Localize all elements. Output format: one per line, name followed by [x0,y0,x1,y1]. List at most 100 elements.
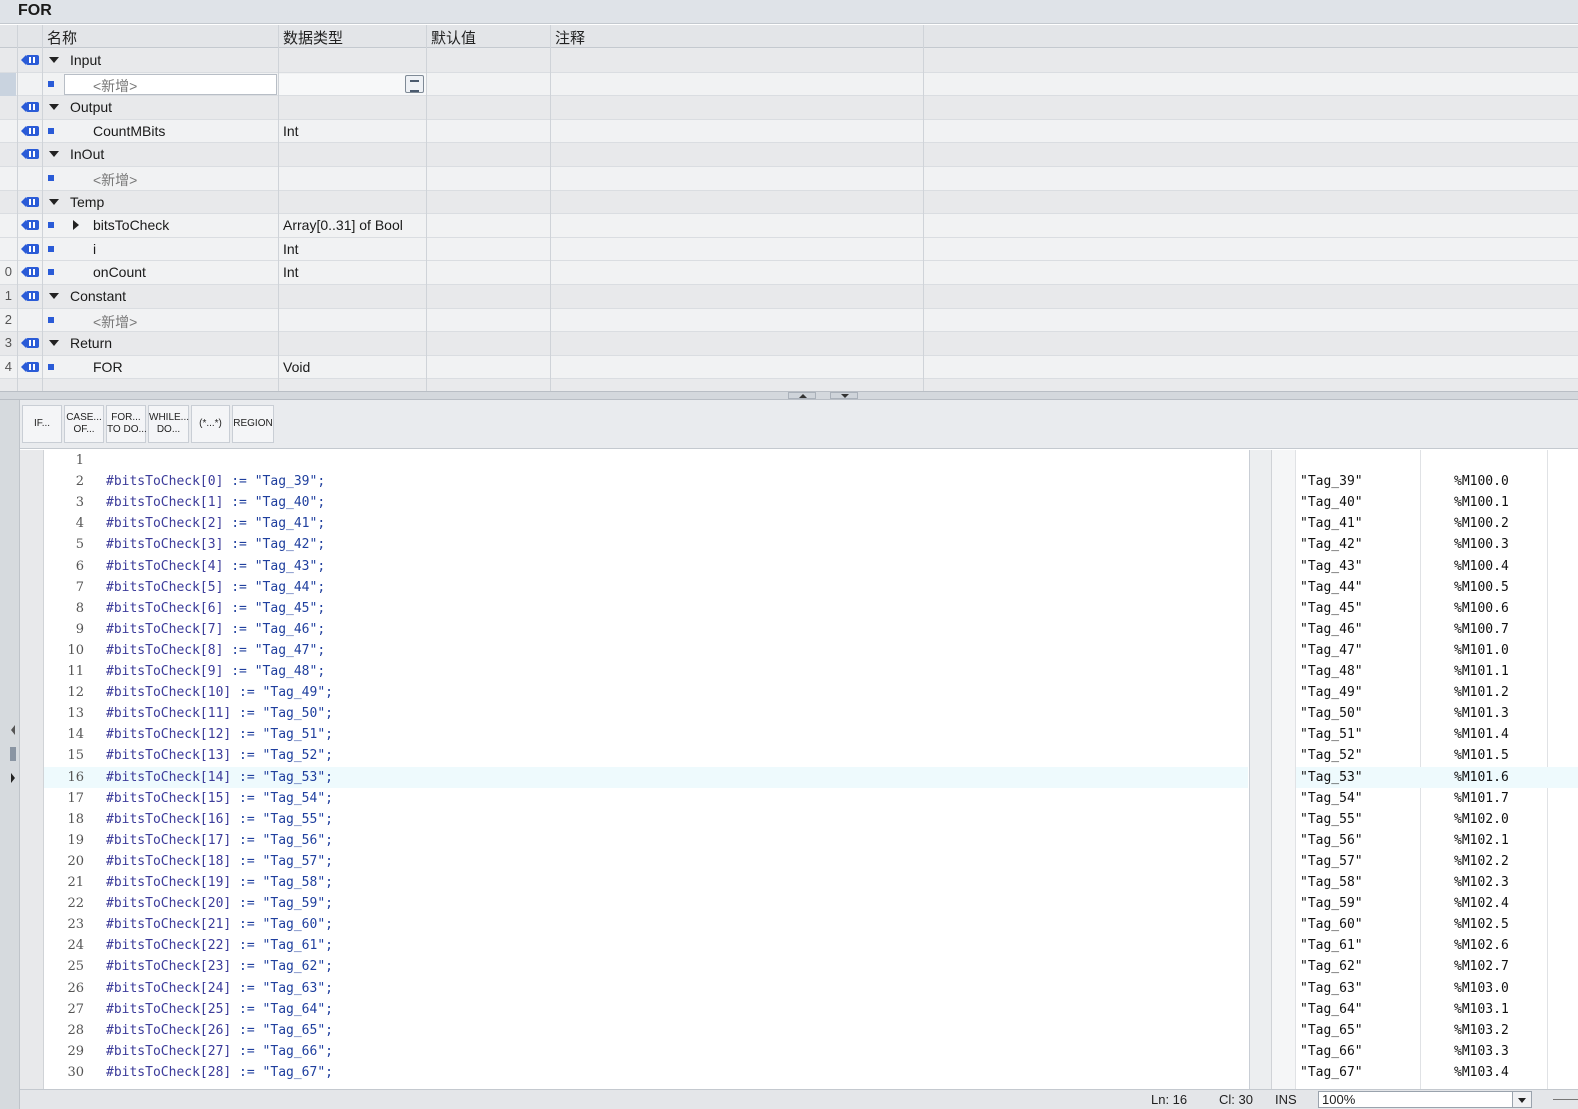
chevron-down-icon[interactable] [1512,1091,1532,1108]
interface-section-row[interactable]: InOut [0,143,1578,167]
param-data-type[interactable]: Int [283,264,299,280]
interface-item-row[interactable]: 0 onCount Int [0,261,1578,285]
code-text[interactable]: #bitsToCheck[14] := "Tag_53"; [106,770,333,785]
expand-triangle-icon[interactable] [49,198,59,205]
code-line[interactable]: 19 #bitsToCheck[17] := "Tag_56"; [44,830,1248,851]
code-line[interactable]: 1 [44,450,1248,471]
expand-triangle-icon[interactable] [49,293,59,299]
code-text[interactable]: #bitsToCheck[22] := "Tag_61"; [106,938,333,953]
header-name[interactable]: 名称 [47,27,77,48]
code-line[interactable]: 24 #bitsToCheck[22] := "Tag_61"; [44,935,1248,956]
code-text[interactable]: #bitsToCheck[3] := "Tag_42"; [106,537,325,552]
code-text[interactable]: #bitsToCheck[19] := "Tag_58"; [106,875,333,890]
header-default-value[interactable]: 默认值 [431,27,476,48]
interface-item-row[interactable]: 4 FOR Void [0,355,1578,380]
code-line[interactable]: 4 #bitsToCheck[2] := "Tag_41"; [44,513,1248,534]
code-line[interactable]: 7 #bitsToCheck[5] := "Tag_44"; [44,577,1248,598]
zoom-slider[interactable] [1553,1099,1578,1100]
code-line[interactable]: 14 #bitsToCheck[12] := "Tag_51"; [44,724,1248,745]
code-text[interactable]: #bitsToCheck[8] := "Tag_47"; [106,643,325,658]
row-selector[interactable] [0,72,16,96]
code-line[interactable]: 16 #bitsToCheck[14] := "Tag_53"; [44,766,1248,788]
zoom-select[interactable]: 100% [1318,1091,1518,1108]
code-text[interactable]: #bitsToCheck[26] := "Tag_65"; [106,1023,333,1038]
code-text[interactable]: #bitsToCheck[5] := "Tag_44"; [106,580,325,595]
case-template-button[interactable]: CASE... OF... [64,405,104,443]
expand-right-icon[interactable] [73,220,79,231]
for-template-button[interactable]: FOR... TO DO... [106,405,147,443]
while-template-button[interactable]: WHILE... DO... [148,405,189,443]
code-text[interactable]: #bitsToCheck[28] := "Tag_67"; [106,1065,333,1080]
collapse-arrows-icon[interactable] [9,725,19,785]
code-text[interactable]: #bitsToCheck[25] := "Tag_64"; [106,1002,333,1017]
param-name[interactable]: CountMBits [93,123,165,139]
param-name[interactable]: i [93,241,96,257]
collapse-down-icon[interactable] [830,392,858,399]
interface-section-row[interactable]: Output [0,96,1578,120]
param-name[interactable]: <新增> [93,170,137,190]
param-name[interactable]: FOR [93,359,123,375]
param-name[interactable]: onCount [93,264,146,280]
code-line[interactable]: 13 #bitsToCheck[11] := "Tag_50"; [44,703,1248,724]
code-line[interactable]: 18 #bitsToCheck[16] := "Tag_55"; [44,809,1248,830]
param-data-type[interactable]: Void [283,359,310,375]
section-name[interactable]: Input [70,52,101,68]
code-text[interactable]: #bitsToCheck[1] := "Tag_40"; [106,495,325,510]
code-text[interactable]: #bitsToCheck[13] := "Tag_52"; [106,748,333,763]
scl-code-editor[interactable]: 1 2 #bitsToCheck[0] := "Tag_39"; 3 #bitsToCh… [20,450,1248,1089]
code-text[interactable]: #bitsToCheck[4] := "Tag_43"; [106,559,325,574]
code-text[interactable]: #bitsToCheck[10] := "Tag_49"; [106,685,333,700]
expand-triangle-icon[interactable] [49,104,59,111]
code-line[interactable]: 12 #bitsToCheck[10] := "Tag_49"; [44,682,1248,703]
datatype-edit-field[interactable] [279,73,426,95]
code-line[interactable]: 2 #bitsToCheck[0] := "Tag_39"; [44,471,1248,492]
code-text[interactable]: #bitsToCheck[9] := "Tag_48"; [106,664,325,679]
code-line[interactable]: 28 #bitsToCheck[26] := "Tag_65"; [44,1020,1248,1041]
param-name[interactable]: bitsToCheck [93,217,169,233]
code-line[interactable]: 26 #bitsToCheck[24] := "Tag_63"; [44,978,1248,999]
param-name[interactable]: <新增> [93,312,137,332]
interface-section-row[interactable]: Input [0,49,1578,73]
region-template-button[interactable]: REGION [232,405,274,443]
code-line[interactable]: 30 #bitsToCheck[28] := "Tag_67"; [44,1062,1248,1083]
code-line[interactable]: 27 #bitsToCheck[25] := "Tag_64"; [44,999,1248,1020]
code-text[interactable]: #bitsToCheck[17] := "Tag_56"; [106,833,333,848]
expand-triangle-icon[interactable] [49,151,59,158]
interface-item-row[interactable]: i Int [0,237,1578,262]
code-text[interactable]: #bitsToCheck[6] := "Tag_45"; [106,601,325,616]
code-line[interactable]: 29 #bitsToCheck[27] := "Tag_66"; [44,1041,1248,1062]
interface-item-row[interactable]: CountMBits Int [0,119,1578,144]
if-template-button[interactable]: IF... [22,405,62,443]
param-data-type[interactable]: Int [283,241,299,257]
code-line[interactable]: 3 #bitsToCheck[1] := "Tag_40"; [44,492,1248,513]
section-name[interactable]: InOut [70,146,104,162]
param-data-type[interactable]: Int [283,123,299,139]
code-line[interactable]: 15 #bitsToCheck[13] := "Tag_52"; [44,745,1248,766]
section-name[interactable]: Constant [70,288,126,304]
code-line[interactable]: 17 #bitsToCheck[15] := "Tag_54"; [44,788,1248,809]
code-text[interactable]: #bitsToCheck[16] := "Tag_55"; [106,812,333,827]
code-line[interactable]: 23 #bitsToCheck[21] := "Tag_60"; [44,914,1248,935]
code-text[interactable]: #bitsToCheck[23] := "Tag_62"; [106,959,333,974]
code-line[interactable]: 10 #bitsToCheck[8] := "Tag_47"; [44,640,1248,661]
param-data-type[interactable]: Array[0..31] of Bool [283,217,403,233]
header-data-type[interactable]: 数据类型 [283,27,343,48]
interface-item-row[interactable]: 2 <新增> [0,308,1578,333]
code-text[interactable]: #bitsToCheck[27] := "Tag_66"; [106,1044,333,1059]
section-name[interactable]: Return [70,335,112,351]
interface-item-row[interactable]: <新增> [0,72,1578,97]
interface-section-row[interactable]: 3 Return [0,332,1578,356]
code-line[interactable]: 11 #bitsToCheck[9] := "Tag_48"; [44,661,1248,682]
interface-item-row[interactable]: <新增> [0,167,1578,191]
code-line[interactable]: 6 #bitsToCheck[4] := "Tag_43"; [44,556,1248,577]
code-text[interactable]: #bitsToCheck[18] := "Tag_57"; [106,854,333,869]
code-line[interactable]: 22 #bitsToCheck[20] := "Tag_59"; [44,893,1248,914]
code-text[interactable]: #bitsToCheck[21] := "Tag_60"; [106,917,333,932]
code-text[interactable]: #bitsToCheck[12] := "Tag_51"; [106,727,333,742]
interface-section-row[interactable]: Temp [0,190,1578,215]
code-line[interactable]: 8 #bitsToCheck[6] := "Tag_45"; [44,598,1248,619]
code-line[interactable]: 25 #bitsToCheck[23] := "Tag_62"; [44,956,1248,977]
code-text[interactable]: #bitsToCheck[0] := "Tag_39"; [106,474,325,489]
collapse-up-icon[interactable] [788,392,816,399]
left-collapse-strip[interactable] [0,400,20,1109]
